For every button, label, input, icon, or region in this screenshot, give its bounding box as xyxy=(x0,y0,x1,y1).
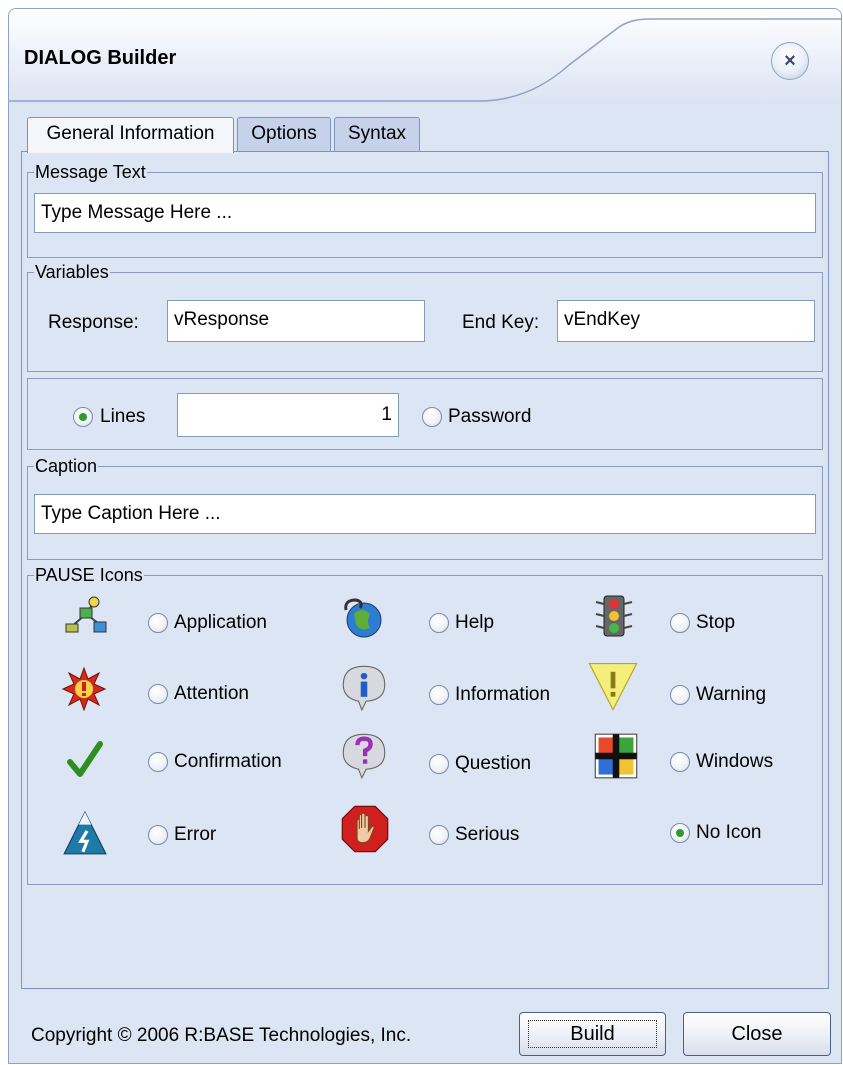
no-icon-label: No Icon xyxy=(696,822,762,843)
password-radio[interactable] xyxy=(422,407,442,427)
window-title: DIALOG Builder xyxy=(24,47,177,69)
checkmark-icon xyxy=(62,738,106,782)
stop-hand-icon xyxy=(340,804,390,854)
build-button[interactable]: Build xyxy=(519,1012,666,1056)
serious-label: Serious xyxy=(455,824,520,845)
information-bubble-icon xyxy=(340,662,388,712)
lightning-mountain-icon xyxy=(62,808,108,858)
question-label: Question xyxy=(455,753,532,774)
stop-radio[interactable] xyxy=(670,613,690,633)
no-icon-radio[interactable] xyxy=(670,823,690,843)
application-radio[interactable] xyxy=(148,613,168,633)
error-label: Error xyxy=(174,824,217,845)
windows-flag-icon xyxy=(592,730,640,782)
response-label: Response: xyxy=(48,312,139,333)
serious-radio[interactable] xyxy=(429,825,449,845)
confirmation-label: Confirmation xyxy=(174,751,282,772)
close-icon: × xyxy=(784,49,796,72)
tab-options[interactable]: Options xyxy=(237,117,331,151)
application-label: Application xyxy=(174,612,267,633)
copyright-text: Copyright © 2006 R:BASE Technologies, In… xyxy=(31,1025,412,1046)
question-radio[interactable] xyxy=(429,754,449,774)
caption-input[interactable]: Type Caption Here ... xyxy=(34,494,816,534)
message-text-legend: Message Text xyxy=(35,162,146,182)
information-radio[interactable] xyxy=(429,685,449,705)
help-radio[interactable] xyxy=(429,613,449,633)
response-input[interactable]: vResponse xyxy=(167,300,425,342)
dialog-builder-window: DIALOG Builder × General Information Opt… xyxy=(8,8,842,1064)
close-button[interactable]: Close xyxy=(683,1012,831,1056)
focus-rectangle xyxy=(528,1020,657,1048)
warning-label: Warning xyxy=(696,684,767,705)
traffic-light-icon xyxy=(592,594,636,638)
password-label: Password xyxy=(448,406,532,427)
attention-label: Attention xyxy=(174,683,249,704)
message-text-input[interactable]: Type Message Here ... xyxy=(34,193,816,233)
warning-triangle-icon xyxy=(586,660,640,712)
application-icon xyxy=(64,596,108,640)
question-bubble-icon xyxy=(340,730,388,780)
confirmation-radio[interactable] xyxy=(148,752,168,772)
caption-legend: Caption xyxy=(35,456,98,476)
help-globe-icon xyxy=(340,596,384,640)
attention-radio[interactable] xyxy=(148,684,168,704)
attention-burst-icon xyxy=(62,667,106,711)
title-bar: DIALOG Builder × xyxy=(9,9,841,104)
pause-icons-legend: PAUSE Icons xyxy=(35,565,143,585)
error-radio[interactable] xyxy=(148,825,168,845)
tab-general-information[interactable]: General Information xyxy=(27,117,234,153)
variables-legend: Variables xyxy=(35,262,109,282)
end-key-label: End Key: xyxy=(462,312,540,333)
warning-radio[interactable] xyxy=(670,685,690,705)
end-key-input[interactable]: vEndKey xyxy=(557,300,815,342)
lines-radio[interactable] xyxy=(73,407,93,427)
general-information-panel: Message Text Type Message Here ... Varia… xyxy=(21,151,829,989)
information-label: Information xyxy=(455,684,551,705)
windows-radio[interactable] xyxy=(670,752,690,772)
windows-label: Windows xyxy=(696,751,774,772)
close-button-label: Close xyxy=(731,1023,783,1045)
window-close-button[interactable]: × xyxy=(771,42,809,80)
lines-label: Lines xyxy=(100,406,146,427)
stop-label: Stop xyxy=(696,612,736,633)
tab-syntax[interactable]: Syntax xyxy=(334,117,420,151)
help-label: Help xyxy=(455,612,495,633)
lines-count-input[interactable]: 1 xyxy=(177,393,399,437)
